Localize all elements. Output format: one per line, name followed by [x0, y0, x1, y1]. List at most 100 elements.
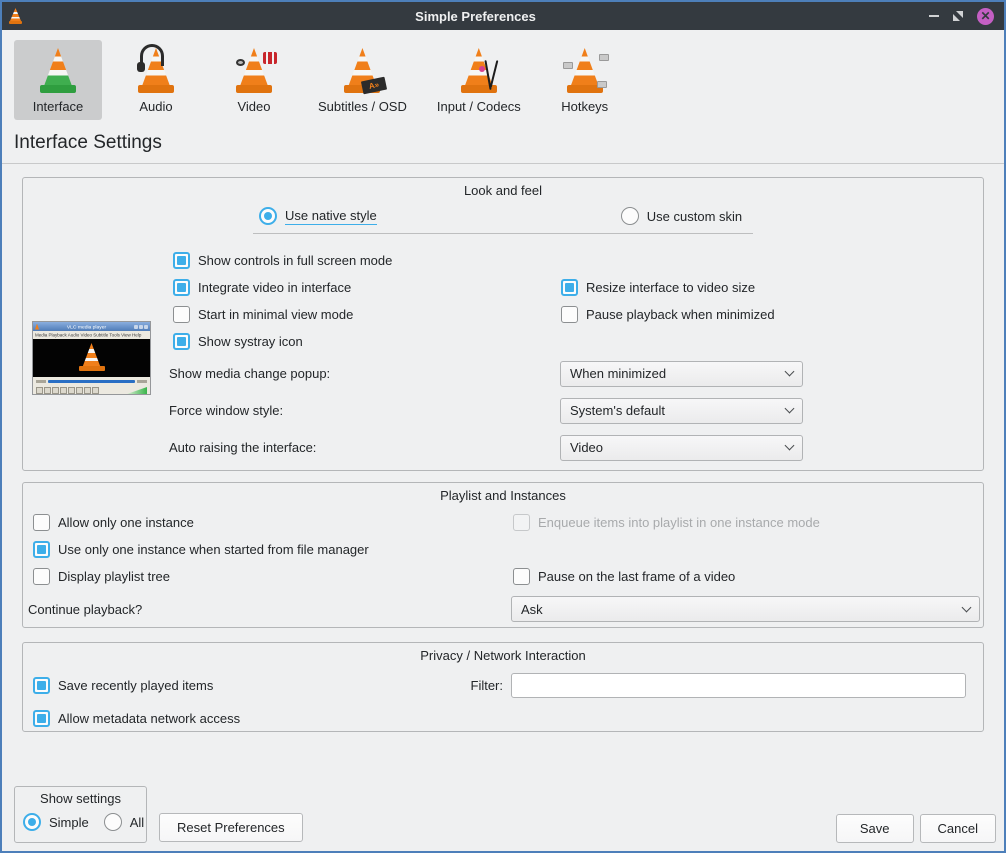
look-and-feel-group: Look and feel Use native style Use custo…	[22, 177, 984, 471]
save-recent-items-checkbox[interactable]: Save recently played items	[33, 677, 453, 694]
resize-interface-checkbox[interactable]: Resize interface to video size	[561, 279, 755, 296]
checkbox-checked-icon	[561, 279, 578, 296]
toolbar-item-input-codecs[interactable]: Input / Codecs	[427, 40, 531, 120]
use-custom-skin-radio[interactable]: Use custom skin	[621, 207, 742, 225]
privacy-network-group: Privacy / Network Interaction Save recen…	[22, 642, 984, 732]
enqueue-items-checkbox: Enqueue items into playlist in one insta…	[513, 514, 820, 531]
auto-raising-select[interactable]: Video	[560, 435, 803, 461]
checkbox-unchecked-icon	[513, 568, 530, 585]
page-title: Interface Settings	[14, 132, 1004, 154]
use-native-style-radio[interactable]: Use native style	[259, 207, 377, 225]
minimal-view-checkbox[interactable]: Start in minimal view mode	[173, 306, 561, 323]
interface-icon	[34, 46, 82, 96]
close-icon[interactable]: ✕	[977, 8, 994, 25]
toolbar-label-audio: Audio	[139, 99, 172, 114]
toolbar-item-video[interactable]: Video	[210, 40, 298, 120]
chevron-down-icon	[785, 441, 795, 451]
preview-cone-icon	[35, 324, 39, 330]
all-settings-radio[interactable]: All	[104, 813, 144, 831]
checkbox-checked-icon	[173, 252, 190, 269]
auto-raising-label: Auto raising the interface:	[169, 440, 560, 455]
pause-when-minimized-checkbox[interactable]: Pause playback when minimized	[561, 306, 775, 323]
show-settings-title: Show settings	[15, 791, 146, 806]
preview-controls	[33, 385, 150, 395]
preview-menubar: Media Playback Audio Video Subtitle Tool…	[33, 331, 150, 339]
toolbar-label-input-codecs: Input / Codecs	[437, 99, 521, 114]
pause-last-frame-checkbox[interactable]: Pause on the last frame of a video	[513, 568, 735, 585]
toolbar-label-interface: Interface	[33, 99, 84, 114]
audio-icon	[132, 46, 180, 96]
use-native-style-label: Use native style	[285, 208, 377, 225]
subtitles-osd-icon: A»	[338, 46, 386, 96]
playlist-instances-group: Playlist and Instances Allow only one in…	[22, 482, 984, 628]
save-button[interactable]: Save	[836, 814, 914, 843]
checkbox-unchecked-icon	[561, 306, 578, 323]
preview-video-area	[33, 339, 150, 377]
checkbox-unchecked-icon	[33, 514, 50, 531]
window-title: Simple Preferences	[22, 9, 929, 24]
toolbar-item-interface[interactable]: Interface	[14, 40, 102, 120]
media-change-popup-label: Show media change popup:	[169, 366, 560, 381]
continue-playback-label: Continue playback?	[28, 602, 511, 617]
toolbar-label-video: Video	[237, 99, 270, 114]
maximize-icon[interactable]	[952, 10, 964, 22]
footer-bar: Show settings Simple All Reset Preferenc…	[2, 786, 1004, 851]
toolbar-label-hotkeys: Hotkeys	[561, 99, 608, 114]
show-controls-fullscreen-checkbox[interactable]: Show controls in full screen mode	[173, 252, 561, 269]
radio-selected-icon	[259, 207, 277, 225]
display-playlist-tree-checkbox[interactable]: Display playlist tree	[33, 568, 513, 585]
media-change-popup-select[interactable]: When minimized	[560, 361, 803, 387]
radio-unselected-icon	[621, 207, 639, 225]
one-instance-file-manager-checkbox[interactable]: Use only one instance when started from …	[33, 541, 513, 558]
video-icon	[230, 46, 278, 96]
checkbox-checked-icon	[173, 279, 190, 296]
radio-separator	[253, 233, 753, 234]
simple-preferences-window: Simple Preferences ✕ Interface Audio	[0, 0, 1006, 853]
heading-divider	[2, 163, 1004, 164]
radio-selected-icon	[23, 813, 41, 831]
privacy-network-title: Privacy / Network Interaction	[23, 643, 983, 663]
minimize-icon[interactable]	[929, 15, 939, 17]
use-custom-skin-label: Use custom skin	[647, 209, 742, 224]
show-settings-group: Show settings Simple All	[14, 786, 147, 843]
allow-one-instance-checkbox[interactable]: Allow only one instance	[33, 514, 513, 531]
systray-icon-checkbox[interactable]: Show systray icon	[173, 333, 561, 350]
checkbox-unchecked-icon	[173, 306, 190, 323]
titlebar: Simple Preferences ✕	[2, 2, 1004, 30]
preview-window-title: VLC media player	[61, 324, 112, 330]
chevron-down-icon	[962, 602, 972, 612]
vlc-cone-icon	[9, 8, 22, 24]
chevron-down-icon	[785, 404, 795, 414]
style-radio-row: Use native style Use custom skin	[23, 207, 983, 225]
integrate-video-checkbox[interactable]: Integrate video in interface	[173, 279, 561, 296]
preferences-toolbar: Interface Audio Video A» Subtitles / OSD	[2, 30, 1004, 120]
toolbar-item-hotkeys[interactable]: Hotkeys	[541, 40, 629, 120]
input-codecs-icon	[455, 46, 503, 96]
filter-input[interactable]	[511, 673, 966, 698]
toolbar-label-subtitles-osd: Subtitles / OSD	[318, 99, 407, 114]
preview-seekbar	[33, 377, 150, 385]
continue-playback-select[interactable]: Ask	[511, 596, 980, 622]
force-window-style-label: Force window style:	[169, 403, 560, 418]
checkbox-unchecked-icon	[33, 568, 50, 585]
allow-metadata-access-checkbox[interactable]: Allow metadata network access	[33, 710, 240, 727]
look-and-feel-title: Look and feel	[23, 178, 983, 198]
checkbox-checked-icon	[33, 677, 50, 694]
radio-unselected-icon	[104, 813, 122, 831]
cancel-button[interactable]: Cancel	[920, 814, 996, 843]
checkbox-checked-icon	[33, 541, 50, 558]
force-window-style-select[interactable]: System's default	[560, 398, 803, 424]
checkbox-checked-icon	[33, 710, 50, 727]
filter-label: Filter:	[453, 678, 503, 693]
hotkeys-icon	[561, 46, 609, 96]
toolbar-item-subtitles-osd[interactable]: A» Subtitles / OSD	[308, 40, 417, 120]
checkbox-disabled-icon	[513, 514, 530, 531]
toolbar-item-audio[interactable]: Audio	[112, 40, 200, 120]
preview-titlebar: VLC media player	[33, 322, 150, 331]
checkbox-checked-icon	[173, 333, 190, 350]
reset-preferences-button[interactable]: Reset Preferences	[159, 813, 303, 842]
playlist-instances-title: Playlist and Instances	[23, 483, 983, 503]
simple-settings-radio[interactable]: Simple	[23, 813, 89, 831]
chevron-down-icon	[785, 367, 795, 377]
preview-volume-slider	[127, 387, 147, 394]
